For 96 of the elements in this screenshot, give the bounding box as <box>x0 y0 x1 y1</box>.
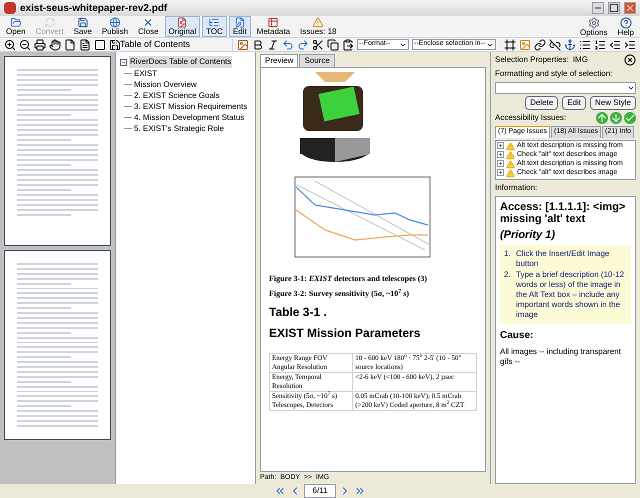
expand-icon[interactable] <box>497 142 504 148</box>
page-thumbnail[interactable] <box>4 250 111 440</box>
panel-title: Table of Contents <box>120 38 190 49</box>
globe-icon <box>108 17 121 28</box>
step-number: 1. <box>504 248 512 260</box>
warning-icon <box>506 168 515 178</box>
table-heading: EXIST Mission Parameters <box>269 325 422 342</box>
warning-icon <box>506 150 515 160</box>
collapse-icon[interactable] <box>120 58 127 66</box>
issue-title: Access: [1.1.1.1]: <img> missing 'alt' text <box>500 200 626 224</box>
tree-item[interactable]: 2. EXIST Science Goals <box>134 90 220 101</box>
expand-icon[interactable] <box>497 168 504 176</box>
page-icon <box>176 17 188 28</box>
app-logo-icon <box>4 2 16 14</box>
page-icon[interactable] <box>64 38 76 50</box>
properties-title: Selection Properties: <box>495 54 569 66</box>
minimize-icon[interactable] <box>592 2 604 14</box>
style-button[interactable]: Delete <box>525 96 558 110</box>
last-page-icon[interactable] <box>354 485 366 497</box>
caret-icon <box>627 84 635 92</box>
redo-icon[interactable] <box>297 38 309 50</box>
warning-icon <box>312 17 324 28</box>
window-title: exist-seus-whitepaper-rev2.pdf <box>20 2 168 16</box>
expand-icon[interactable] <box>497 160 504 166</box>
page-number-field[interactable]: 6/11 <box>304 484 336 498</box>
page-thumbnail[interactable] <box>4 56 111 246</box>
section-label: Information: <box>495 182 538 194</box>
link-icon[interactable] <box>534 38 546 50</box>
check-icon[interactable] <box>624 112 636 124</box>
maximize-icon[interactable] <box>608 2 620 14</box>
toolbar-button[interactable]: Help <box>614 16 638 37</box>
priority-label: (Priority 1) <box>500 228 556 240</box>
step-number: 2. <box>504 270 512 280</box>
image-icon[interactable] <box>237 38 249 50</box>
tree-item[interactable]: RiverDocs Table of Contents <box>129 56 232 68</box>
toolbar-button[interactable]: TOC <box>202 16 227 37</box>
step-text: Click the Insert/Edit Image button <box>516 248 610 268</box>
table-icon <box>267 17 280 28</box>
bold-icon[interactable] <box>252 38 264 50</box>
section-label: Accessibility Issues: <box>495 112 568 124</box>
toolbar-button[interactable]: Issues: 18 <box>296 16 340 37</box>
toolbar-button[interactable]: Edit <box>228 16 251 37</box>
toolbar-button[interactable]: Save <box>70 16 96 37</box>
style-button[interactable]: New Style <box>590 96 636 110</box>
tree-item[interactable]: Mission Overview <box>134 79 197 90</box>
toolbar-button[interactable]: Publish <box>98 16 132 37</box>
scissors-icon[interactable] <box>312 38 324 50</box>
tree-item[interactable]: 3. EXIST Mission Requirements <box>134 101 248 112</box>
document-icon[interactable] <box>79 38 91 50</box>
tree-item[interactable]: EXIST <box>134 68 158 79</box>
zoom-out-icon[interactable] <box>19 38 31 50</box>
figure-caption: Figure 3-1: EXIST detectors and telescopes (3) <box>269 273 428 285</box>
help-icon <box>620 16 632 28</box>
frame-icon[interactable] <box>504 38 516 50</box>
square-icon[interactable] <box>94 38 106 50</box>
folder-icon <box>10 17 22 28</box>
close-icon[interactable] <box>624 54 636 66</box>
hand-icon[interactable] <box>49 38 61 50</box>
toolbar-button[interactable]: Close <box>134 16 163 37</box>
outdent-icon[interactable] <box>609 38 621 50</box>
editor-tab[interactable]: Preview <box>260 54 298 67</box>
paste-icon[interactable] <box>342 38 354 50</box>
expand-icon[interactable] <box>497 150 504 158</box>
field-label: Formatting and style of selection: <box>495 68 614 80</box>
undo-icon[interactable] <box>282 38 294 50</box>
tree-item[interactable]: 4. Mission Development Status <box>134 112 244 123</box>
editor-tab[interactable]: Source <box>299 54 335 67</box>
figure-caption: Figure 3-2: Survey sensitivity (5σ, ~10$^{7}$ s) <box>269 288 410 300</box>
save-icon[interactable] <box>109 38 121 50</box>
save-icon <box>76 17 89 28</box>
anchor-icon[interactable] <box>564 38 576 50</box>
toolbar-button[interactable]: Metadata <box>252 16 294 37</box>
italic-icon[interactable] <box>267 38 279 50</box>
style-dropdown[interactable] <box>495 82 636 94</box>
table-title: Table 3-1 . <box>269 304 328 321</box>
element-name: IMG <box>572 54 589 66</box>
pages-icon <box>234 17 246 28</box>
warning-icon <box>506 160 515 168</box>
numbered-list-icon[interactable] <box>594 38 606 50</box>
style-button[interactable]: Edit <box>562 96 586 110</box>
first-page-icon[interactable] <box>274 485 286 497</box>
list-icon <box>208 17 220 28</box>
zoom-in-icon[interactable] <box>4 38 16 50</box>
step-text: Type a brief description (10-12 words or less) of the image in the Alt Text box – include any important words shown in the image <box>516 270 626 320</box>
unlink-icon[interactable] <box>549 38 561 50</box>
warning-icon <box>506 142 515 150</box>
tree-item[interactable]: 5. EXIST's Strategic Role <box>134 123 224 134</box>
toolbar-button[interactable]: Open <box>2 16 30 37</box>
settings-icon <box>588 16 600 28</box>
toolbar-button[interactable]: Options <box>576 16 612 37</box>
cause-label: Cause: <box>500 328 534 342</box>
toolbar-button[interactable]: Original <box>164 16 200 37</box>
indent-icon[interactable] <box>624 38 636 50</box>
printer-icon[interactable] <box>34 38 46 50</box>
copy-icon[interactable] <box>327 38 339 50</box>
cause-text: All images -- including transparent gifs -- <box>500 346 622 366</box>
